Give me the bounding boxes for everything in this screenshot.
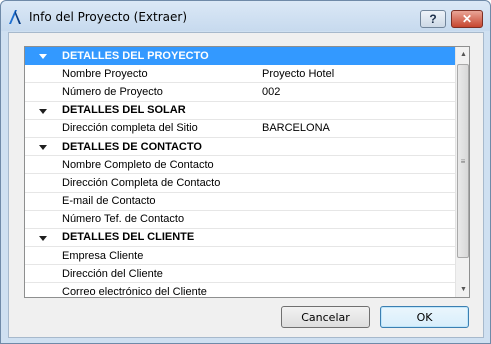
cancel-button[interactable]: Cancelar bbox=[281, 306, 370, 328]
close-button[interactable]: ✕ bbox=[451, 10, 483, 28]
list-item[interactable]: Empresa Cliente bbox=[25, 247, 455, 266]
collapse-triangle-icon[interactable] bbox=[39, 235, 47, 241]
field-label: Nombre Completo de Contacto bbox=[62, 158, 214, 171]
help-button[interactable]: ? bbox=[420, 10, 446, 28]
section-label: DETALLES DEL PROYECTO bbox=[62, 49, 209, 62]
list-item[interactable]: Dirección Completa de Contacto bbox=[25, 174, 455, 193]
close-icon: ✕ bbox=[461, 12, 473, 26]
field-value[interactable]: Proyecto Hotel bbox=[262, 68, 334, 80]
field-label: Número de Proyecto bbox=[62, 85, 163, 98]
list-item[interactable]: Correo electrónico del Cliente bbox=[25, 283, 455, 298]
field-label: Dirección Completa de Contacto bbox=[62, 176, 221, 189]
section-header-row[interactable]: DETALLES DEL CLIENTE bbox=[25, 229, 455, 248]
list-item[interactable]: Nombre Proyecto Proyecto Hotel bbox=[25, 65, 455, 84]
list-item[interactable]: E-mail de Contacto bbox=[25, 193, 455, 211]
section-header-row[interactable]: DETALLES DE CONTACTO bbox=[25, 138, 455, 157]
window-title: Info del Proyecto (Extraer) bbox=[29, 10, 188, 24]
field-label: Correo electrónico del Cliente bbox=[62, 286, 207, 298]
section-label: DETALLES DEL SOLAR bbox=[62, 104, 186, 117]
scroll-down-arrow-icon[interactable]: ▼ bbox=[456, 282, 469, 297]
vertical-scrollbar[interactable]: ▲ ≡ ▼ bbox=[455, 47, 469, 297]
list-item[interactable]: Dirección del Cliente bbox=[25, 265, 455, 284]
scrollbar-thumb[interactable]: ≡ bbox=[457, 64, 469, 258]
section-header-row[interactable]: DETALLES DEL SOLAR bbox=[25, 102, 455, 120]
list-item[interactable]: Dirección completa del Sitio BARCELONA bbox=[25, 120, 455, 138]
help-icon: ? bbox=[429, 12, 437, 26]
list-rows: DETALLES DEL PROYECTO Nombre Proyecto Proy… bbox=[25, 47, 455, 298]
list-item[interactable]: Número Tef. de Contacto bbox=[25, 211, 455, 229]
collapse-triangle-icon[interactable] bbox=[39, 144, 47, 150]
dialog-body: DETALLES DEL PROYECTO Nombre Proyecto Proy… bbox=[8, 32, 484, 338]
project-info-list[interactable]: DETALLES DEL PROYECTO Nombre Proyecto Proy… bbox=[24, 46, 470, 298]
ok-button[interactable]: OK bbox=[380, 306, 469, 328]
list-item[interactable]: Número de Proyecto 002 bbox=[25, 83, 455, 102]
field-label: Dirección completa del Sitio bbox=[62, 122, 198, 135]
section-label: DETALLES DE CONTACTO bbox=[62, 140, 202, 153]
scroll-up-arrow-icon[interactable]: ▲ bbox=[456, 47, 469, 62]
field-value[interactable]: 002 bbox=[262, 86, 280, 98]
archicad-app-icon bbox=[9, 10, 21, 24]
field-label: Número Tef. de Contacto bbox=[62, 213, 185, 226]
section-label: DETALLES DEL CLIENTE bbox=[62, 231, 195, 244]
field-label: Dirección del Cliente bbox=[62, 267, 163, 280]
list-item[interactable]: Nombre Completo de Contacto bbox=[25, 156, 455, 175]
field-value[interactable]: BARCELONA bbox=[262, 122, 330, 134]
collapse-triangle-icon[interactable] bbox=[39, 54, 47, 59]
dialog-window: Info del Proyecto (Extraer) ? ✕ DETALLES… bbox=[0, 0, 491, 344]
field-label: Nombre Proyecto bbox=[62, 67, 148, 80]
field-label: Empresa Cliente bbox=[62, 249, 144, 262]
field-label: E-mail de Contacto bbox=[62, 195, 156, 208]
collapse-triangle-icon[interactable] bbox=[39, 108, 47, 114]
title-bar[interactable]: Info del Proyecto (Extraer) ? ✕ bbox=[1, 1, 490, 31]
section-header-row[interactable]: DETALLES DEL PROYECTO bbox=[25, 47, 455, 66]
